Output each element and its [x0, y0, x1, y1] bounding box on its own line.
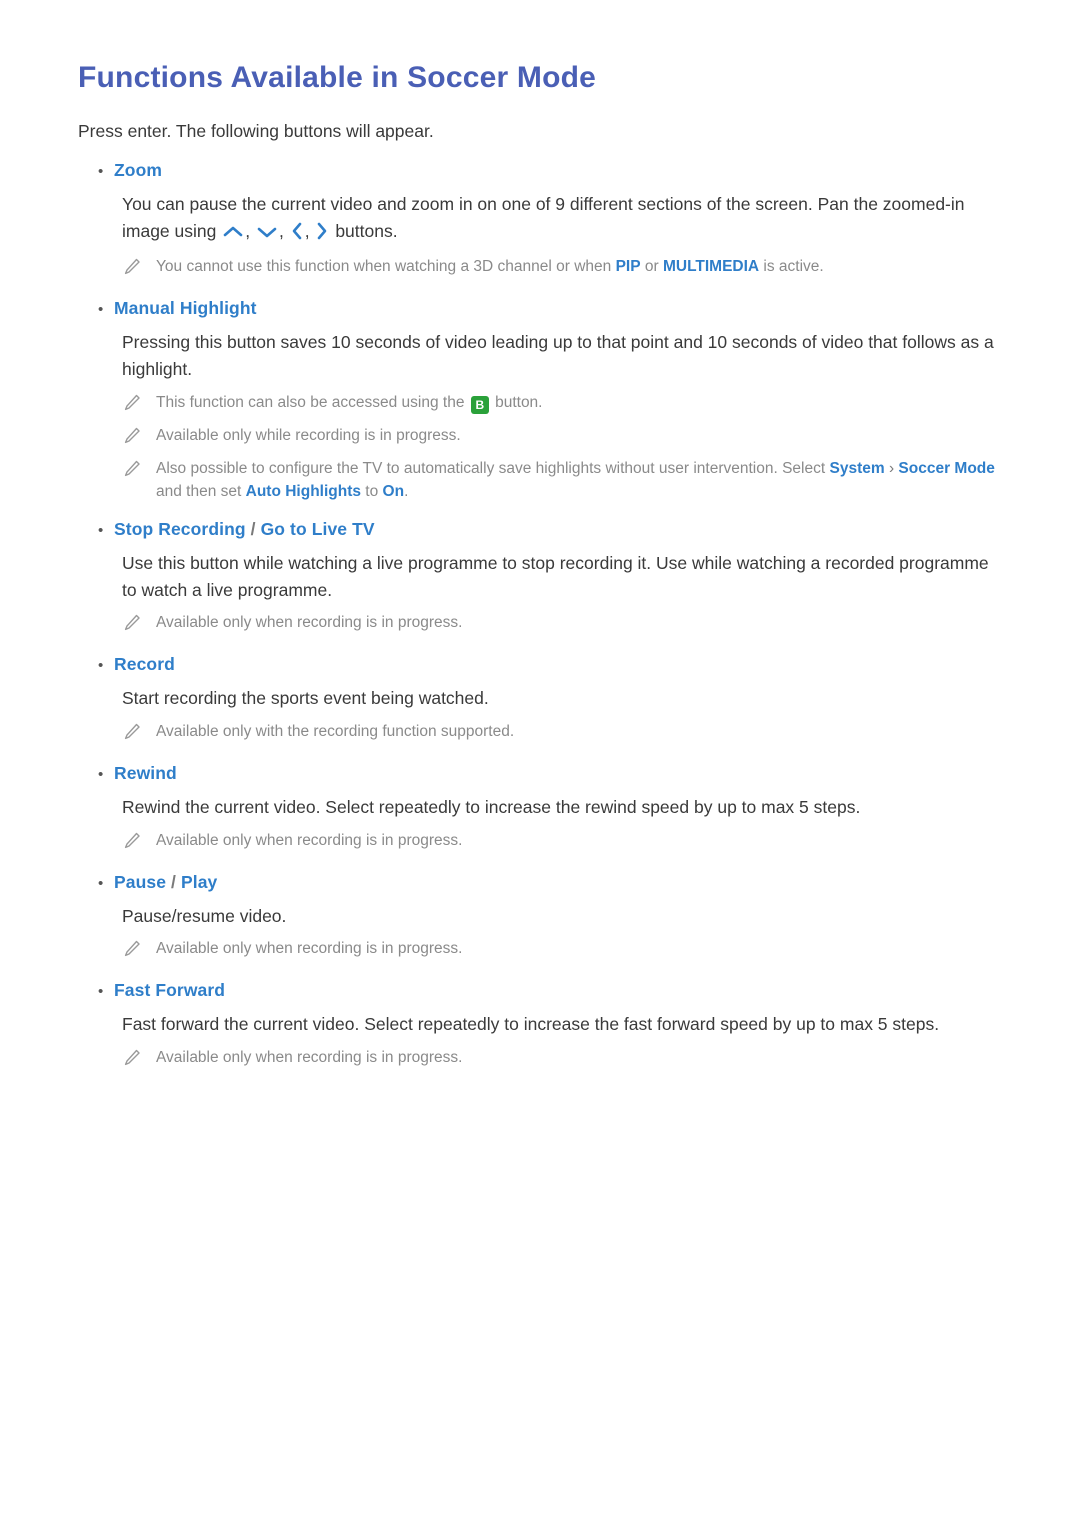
bullet-icon: • — [98, 163, 104, 181]
section-label-part-b: Play — [180, 871, 218, 892]
section-record: • Record Start recording the sports even… — [78, 654, 1008, 747]
note-text: Available only when recording is in prog… — [156, 831, 463, 849]
section-heading-rewind: • Rewind — [98, 763, 1008, 784]
chevron-right-icon — [315, 221, 329, 248]
section-label-separator: / — [166, 871, 181, 892]
page-title: Functions Available in Soccer Mode — [78, 61, 597, 94]
section-label-part-a: Stop Recording — [114, 519, 246, 540]
bullet-icon: • — [98, 874, 104, 892]
note-text-post: is active. — [759, 258, 824, 276]
section-rewind: • Rewind Rewind the current video. Selec… — [78, 763, 1008, 856]
note-item: Also possible to configure the TV to aut… — [122, 457, 1002, 504]
note-text: You cannot use this function when watchi… — [156, 255, 824, 278]
section-heading-zoom: • Zoom — [98, 160, 1008, 181]
note-highlight-auto-highlights: Auto Highlights — [245, 482, 361, 500]
section-label-record: Record — [114, 654, 175, 675]
section-body-zoom-part1: You can pause the current video and zoom… — [122, 194, 965, 241]
note-item: Available only when recording is in prog… — [122, 1046, 1002, 1073]
section-label-pause-play: Pause / Play — [114, 872, 217, 893]
section-body-pause-play: Pause/resume video. — [122, 905, 287, 926]
section-label-zoom: Zoom — [114, 160, 163, 181]
note-highlight-pip: PIP — [615, 258, 641, 276]
b-button-icon: B — [470, 395, 489, 414]
note-text: This function can also be accessed using… — [156, 391, 543, 414]
section-label-part-b: Go to Live TV — [260, 519, 375, 540]
note-text: Available only while recording is in pro… — [156, 426, 461, 444]
document-page: Functions Available in Soccer Mode Press… — [0, 0, 1080, 1527]
bullet-icon: • — [98, 657, 104, 675]
section-label-part-a: Pause — [114, 871, 167, 892]
pencil-icon — [122, 255, 156, 282]
note-item: Available only when recording is in prog… — [122, 937, 1002, 964]
pencil-icon — [122, 457, 156, 484]
note-highlight-multimedia: MULTIMEDIA — [662, 258, 760, 276]
section-manual-highlight: • Manual Highlight Pressing this button … — [78, 298, 1008, 503]
breadcrumb-chevron: › — [884, 459, 899, 477]
note-highlight-soccer-mode: Soccer Mode — [898, 459, 995, 477]
note-text: Available only when recording is in prog… — [156, 940, 463, 958]
pencil-icon — [122, 720, 156, 747]
section-fast-forward: • Fast Forward Fast forward the current … — [78, 980, 1008, 1073]
section-heading-pause-play: • Pause / Play — [98, 872, 1008, 893]
note-item: This function can also be accessed using… — [122, 391, 1002, 418]
section-body-fast-forward: Fast forward the current video. Select r… — [122, 1014, 940, 1035]
intro-text: Press enter. The following buttons will … — [78, 121, 434, 141]
note-text-post: . — [404, 482, 409, 500]
section-body-stop-recording: Use this button while watching a live pr… — [122, 553, 989, 600]
section-label-stop-recording: Stop Recording / Go to Live TV — [114, 519, 375, 540]
note-item: Available only when recording is in prog… — [122, 611, 1002, 638]
pencil-icon — [122, 424, 156, 451]
section-body-rewind: Rewind the current video. Select repeate… — [122, 796, 861, 817]
note-text-mid2: to — [361, 482, 383, 500]
note-text: Available only when recording is in prog… — [156, 1048, 463, 1066]
note-highlight-system: System — [829, 459, 885, 477]
note-text-mid: or — [640, 258, 663, 276]
section-heading-stop-recording: • Stop Recording / Go to Live TV — [98, 519, 1008, 540]
note-item: Available only while recording is in pro… — [122, 424, 1002, 451]
note-text-post: button. — [490, 393, 543, 411]
section-pause-play: • Pause / Play Pause/resume video. Avail… — [78, 872, 1008, 965]
section-body-manual-highlight: Pressing this button saves 10 seconds of… — [122, 332, 994, 380]
pencil-icon — [122, 937, 156, 964]
section-heading-fast-forward: • Fast Forward — [98, 980, 1008, 1001]
pencil-icon — [122, 611, 156, 638]
note-item: You cannot use this function when watchi… — [122, 255, 1002, 282]
note-text: Also possible to configure the TV to aut… — [156, 457, 1002, 504]
section-label-separator: / — [245, 519, 261, 540]
bullet-icon: • — [98, 301, 104, 319]
note-text-pre: You cannot use this function when watchi… — [156, 258, 616, 276]
note-item: Available only with the recording functi… — [122, 720, 1002, 747]
section-body-record: Start recording the sports event being w… — [122, 688, 489, 709]
note-text-pre: Also possible to configure the TV to aut… — [156, 459, 830, 477]
note-text-pre: This function can also be accessed using… — [156, 393, 469, 411]
section-heading-manual-highlight: • Manual Highlight — [98, 298, 1008, 319]
section-stop-recording: • Stop Recording / Go to Live TV Use thi… — [78, 519, 1008, 638]
pencil-icon — [122, 829, 156, 856]
note-highlight-on: On — [382, 482, 405, 500]
bullet-icon: • — [98, 522, 104, 540]
section-body-zoom-part2: buttons. — [335, 220, 398, 241]
section-label-manual-highlight: Manual Highlight — [114, 298, 257, 319]
section-heading-record: • Record — [98, 654, 1008, 675]
bullet-icon: • — [98, 983, 104, 1001]
pencil-icon — [122, 1046, 156, 1073]
section-body-zoom: You can pause the current video and zoom… — [122, 191, 1008, 247]
note-text: Available only when recording is in prog… — [156, 614, 463, 632]
note-text: Available only with the recording functi… — [156, 722, 515, 740]
note-item: Available only when recording is in prog… — [122, 829, 1002, 856]
chevron-down-icon — [256, 221, 278, 248]
chevron-left-icon — [290, 221, 304, 248]
section-label-fast-forward: Fast Forward — [114, 980, 226, 1001]
note-text-mid: and then set — [156, 482, 246, 500]
chevron-up-icon — [222, 221, 244, 248]
section-label-rewind: Rewind — [114, 762, 177, 783]
section-zoom: • Zoom You can pause the current video a… — [78, 160, 1008, 282]
bullet-icon: • — [98, 765, 104, 783]
pencil-icon — [122, 391, 156, 418]
